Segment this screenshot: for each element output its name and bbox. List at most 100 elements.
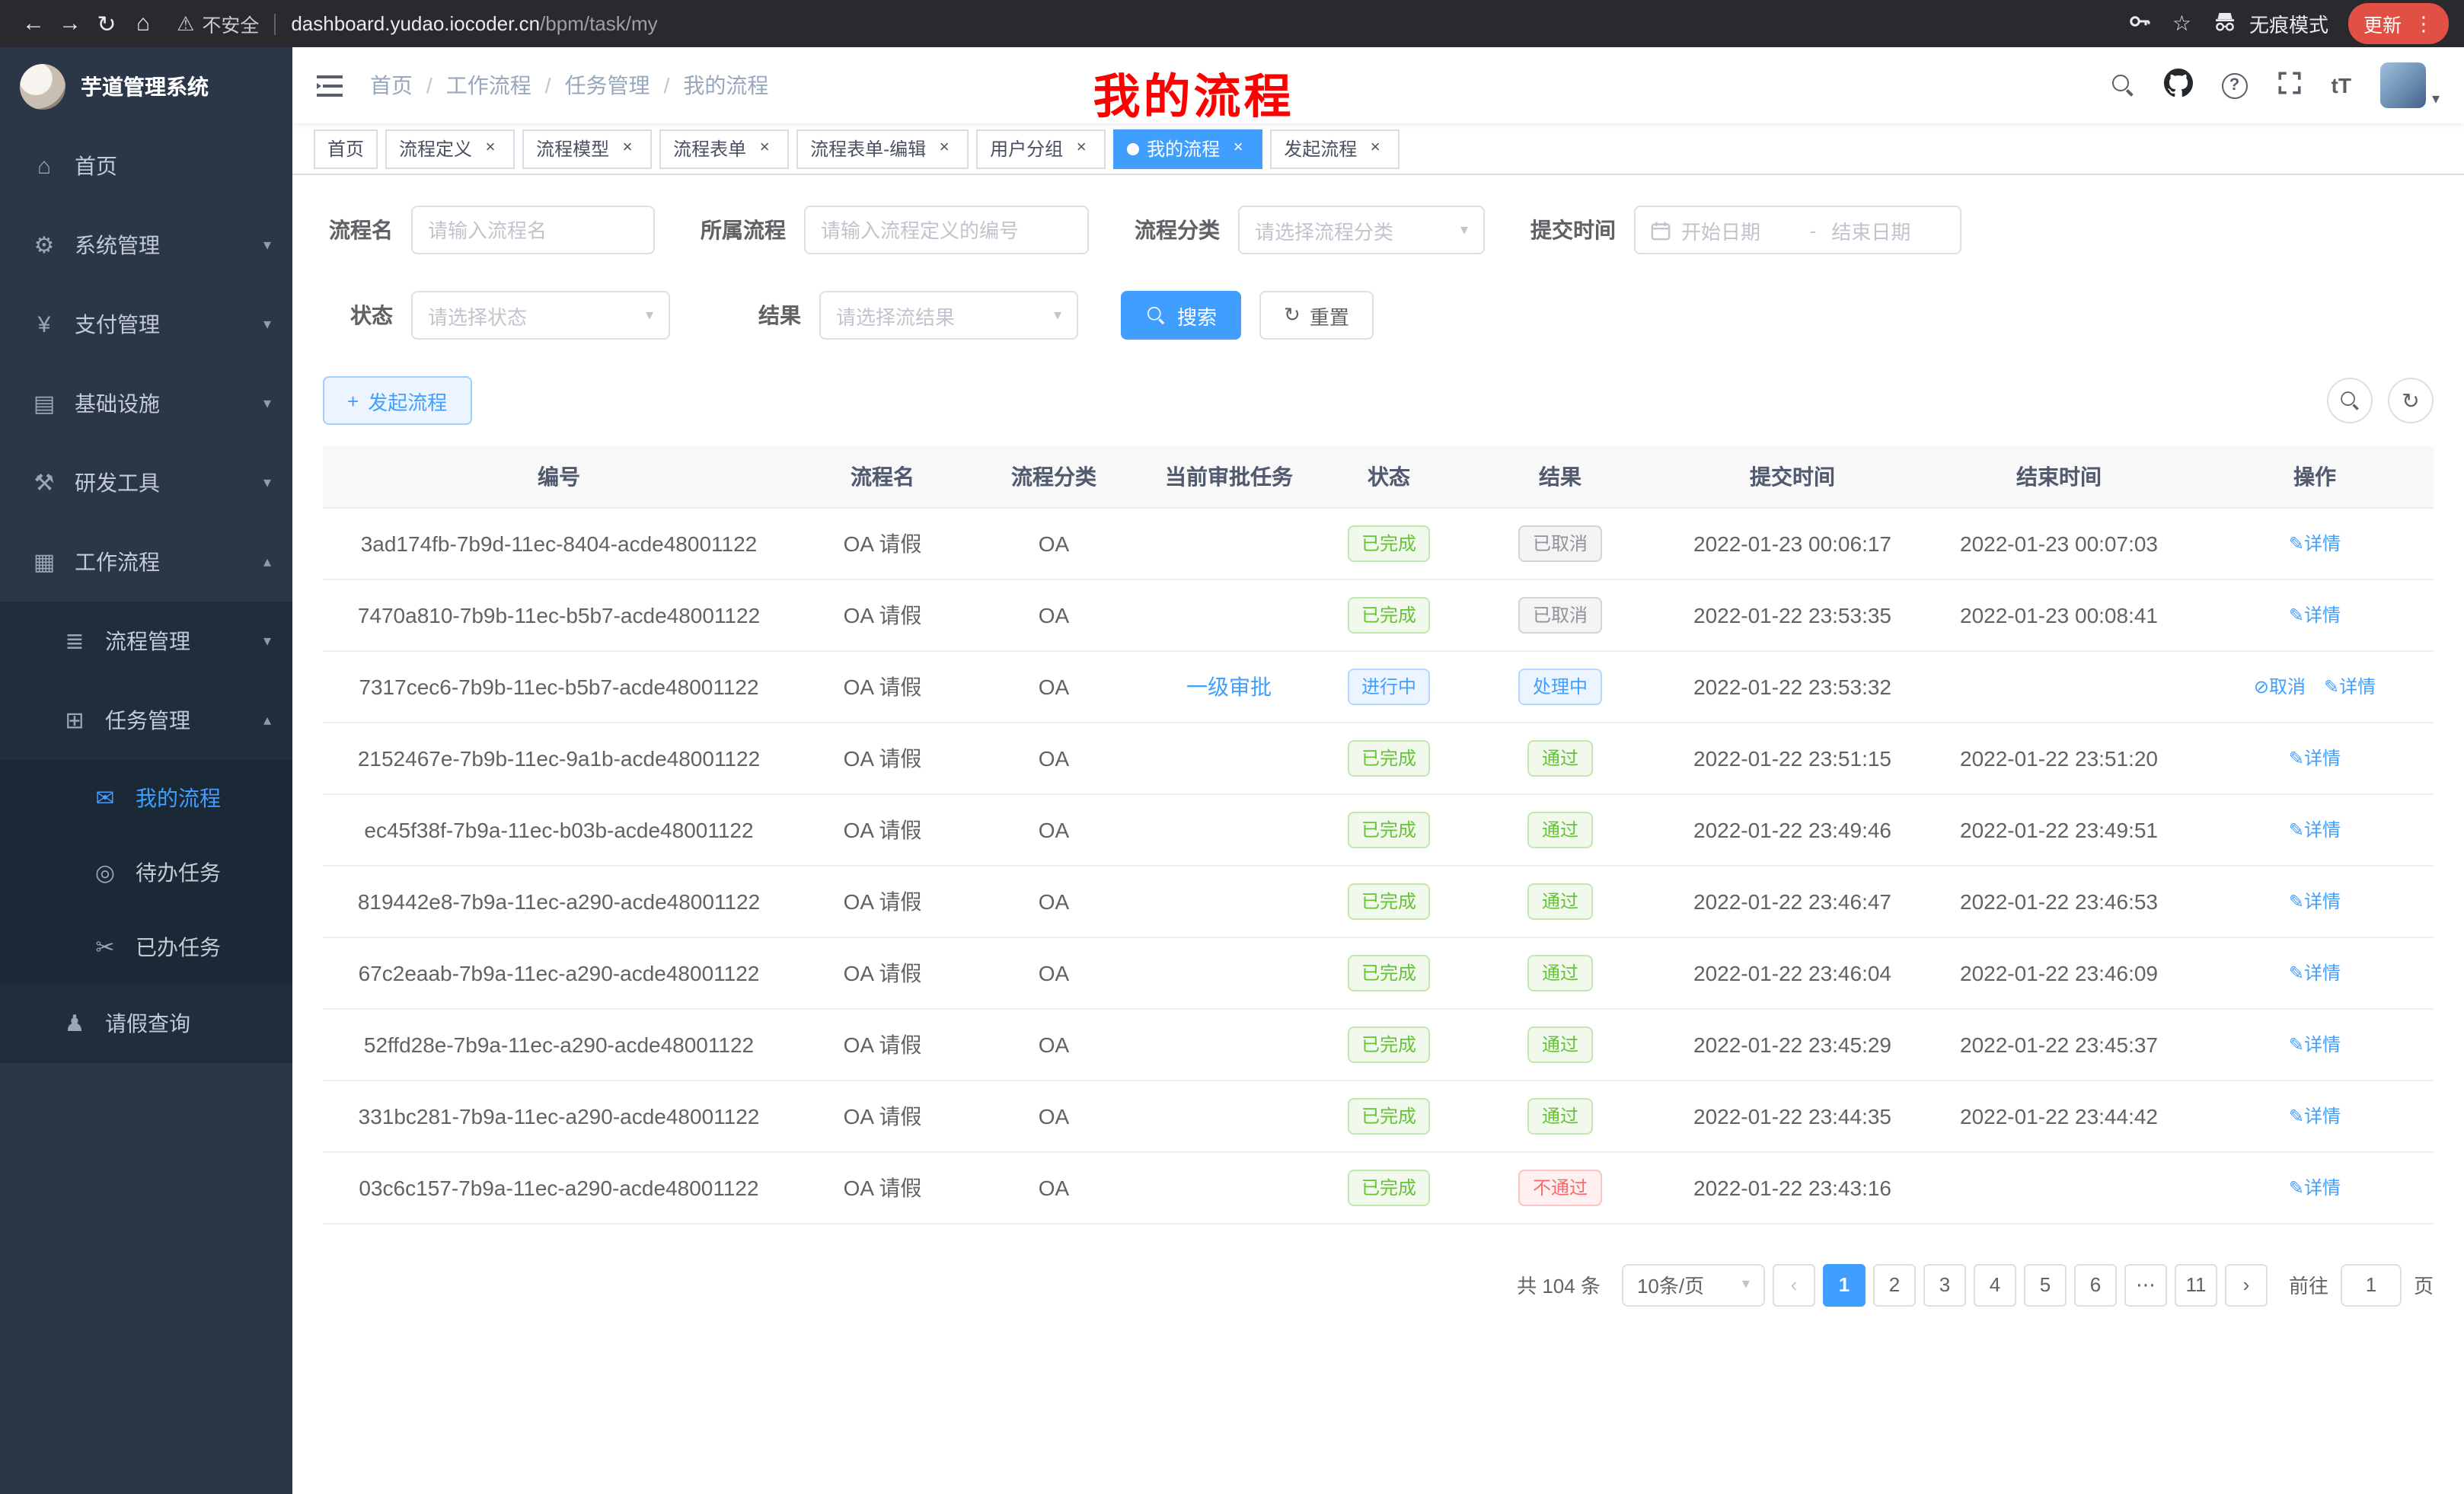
browser-refresh-icon[interactable]: ↻ <box>88 10 125 37</box>
tab-process-form-edit[interactable]: 流程表单-编辑× <box>796 129 969 168</box>
tab-process-form[interactable]: 流程表单× <box>659 129 789 168</box>
help-icon[interactable] <box>2222 72 2248 98</box>
sidebar-item-done-tasks[interactable]: ✂已办任务 <box>0 909 292 984</box>
tab-close-icon[interactable]: × <box>1071 138 1092 159</box>
page-button-5[interactable]: 5 <box>2024 1263 2067 1306</box>
page-button-11[interactable]: 11 <box>2175 1263 2217 1306</box>
cell-process-id: ec45f38f-7b9a-11ec-b03b-acde48001122 <box>323 793 795 865</box>
tab-close-icon[interactable]: × <box>617 138 638 159</box>
user-menu[interactable]: ▾ <box>2380 62 2440 108</box>
refresh-table-button[interactable]: ↻ <box>2388 378 2434 423</box>
sidebar-item-home[interactable]: ⌂首页 <box>0 126 292 206</box>
sidebar-item-workflow[interactable]: ▦工作流程▴ <box>0 522 292 602</box>
detail-action-link[interactable]: ✎详情 <box>2289 533 2341 554</box>
sidebar-item-todo-tasks[interactable]: ◎待办任务 <box>0 835 292 909</box>
detail-action-link[interactable]: ✎详情 <box>2289 748 2341 769</box>
detail-action-link[interactable]: ✎详情 <box>2289 1034 2341 1055</box>
browser-home-icon[interactable]: ⌂ <box>125 11 161 37</box>
tab-close-icon[interactable]: × <box>1364 138 1386 159</box>
page-size-select[interactable]: 10条/页 ▾ <box>1622 1263 1765 1306</box>
breadcrumb-item[interactable]: 工作流程 <box>413 70 531 101</box>
chevron-down-icon: ▾ <box>2432 91 2440 108</box>
reset-button[interactable]: ↻ 重置 <box>1259 291 1374 340</box>
breadcrumb-item[interactable]: 任务管理 <box>531 70 650 101</box>
cell-end-time: 2022-01-22 23:46:53 <box>1922 865 2196 937</box>
cancel-action-link[interactable]: ⊘取消 <box>2254 676 2306 698</box>
scissors-icon: ✂ <box>91 933 119 960</box>
toggle-search-button[interactable] <box>2327 378 2373 423</box>
cell-status: 已完成 <box>1320 507 1457 579</box>
sidebar-toggle-icon[interactable] <box>317 74 343 97</box>
process-definition-input[interactable] <box>804 206 1089 254</box>
tab-start-process[interactable]: 发起流程× <box>1270 129 1400 168</box>
page-button-4[interactable]: 4 <box>1974 1263 2016 1306</box>
status-select[interactable]: 请选择状态 ▾ <box>411 291 670 340</box>
category-select[interactable]: 请选择流程分类 ▾ <box>1238 206 1485 254</box>
detail-action-link[interactable]: ✎详情 <box>2289 605 2341 626</box>
github-icon[interactable] <box>2164 69 2193 102</box>
sidebar-item-system-management[interactable]: ⚙系统管理▾ <box>0 206 292 285</box>
page-button-3[interactable]: 3 <box>1923 1263 1966 1306</box>
tab-close-icon[interactable]: × <box>754 138 775 159</box>
fullscreen-icon[interactable] <box>2277 70 2303 101</box>
cell-result: 通过 <box>1457 722 1663 793</box>
sidebar-item-task-management[interactable]: ⊞任务管理▴ <box>0 681 292 760</box>
font-size-icon[interactable]: tT <box>2332 73 2351 97</box>
result-tag: 已取消 <box>1519 596 1601 633</box>
tab-process-model[interactable]: 流程模型× <box>522 129 652 168</box>
tab-my-process[interactable]: 我的流程× <box>1113 129 1262 168</box>
tab-close-icon[interactable]: × <box>1227 138 1249 159</box>
submit-time-range-picker[interactable]: 开始日期 - 结束日期 <box>1634 206 1961 254</box>
sidebar-item-leave-query[interactable]: ♟请假查询 <box>0 984 292 1063</box>
current-task-link[interactable]: 一级审批 <box>1186 674 1272 698</box>
browser-forward-icon[interactable]: → <box>52 11 88 37</box>
cell-end-time: 2022-01-22 23:49:51 <box>1922 793 2196 865</box>
browser-update-button[interactable]: 更新 ⋮ <box>2348 3 2449 44</box>
detail-action-link[interactable]: ✎详情 <box>2289 962 2341 984</box>
search-icon <box>1147 306 1166 324</box>
search-button[interactable]: 搜索 <box>1121 291 1241 340</box>
address-bar[interactable]: dashboard.yudao.iocoder.cn/bpm/task/my <box>291 12 657 35</box>
sidebar-item-process-management[interactable]: ≣流程管理▾ <box>0 602 292 681</box>
start-process-button[interactable]: + 发起流程 <box>323 376 471 425</box>
breadcrumb-item[interactable]: 首页 <box>370 70 413 101</box>
cell-result: 不通过 <box>1457 1151 1663 1223</box>
sidebar-item-my-process[interactable]: ✉我的流程 <box>0 760 292 835</box>
detail-action-link[interactable]: ✎详情 <box>2324 676 2376 698</box>
app-logo-row[interactable]: 芋道管理系统 <box>0 47 292 126</box>
more-pages-button[interactable]: ⋯ <box>2124 1263 2167 1306</box>
site-security[interactable]: ⚠ 不安全 <box>177 9 259 38</box>
password-key-icon[interactable] <box>2128 9 2153 38</box>
sidebar-item-infrastructure[interactable]: ▤基础设施▾ <box>0 364 292 443</box>
tab-close-icon[interactable]: × <box>934 138 955 159</box>
detail-action-link[interactable]: ✎详情 <box>2289 819 2341 841</box>
goto-suffix: 页 <box>2414 1270 2434 1299</box>
tab-home[interactable]: 首页 <box>314 129 378 168</box>
result-select[interactable]: 请选择流结果 ▾ <box>819 291 1078 340</box>
cell-result: 通过 <box>1457 793 1663 865</box>
browser-menu-icon[interactable]: ⋮ <box>2414 11 2434 36</box>
sidebar-item-payment-management[interactable]: ¥支付管理▾ <box>0 285 292 364</box>
detail-action-link[interactable]: ✎详情 <box>2289 1106 2341 1127</box>
goto-page-input[interactable] <box>2341 1263 2402 1306</box>
prev-page-button[interactable]: ‹ <box>1773 1263 1815 1306</box>
detail-action-link[interactable]: ✎详情 <box>2289 891 2341 912</box>
process-name-input[interactable] <box>411 206 655 254</box>
page-button-6[interactable]: 6 <box>2074 1263 2117 1306</box>
page-button-2[interactable]: 2 <box>1873 1263 1916 1306</box>
header-search-icon[interactable] <box>2112 74 2135 97</box>
table-row: 7470a810-7b9b-11ec-b5b7-acde48001122OA 请… <box>323 579 2434 650</box>
detail-action-link[interactable]: ✎详情 <box>2289 1177 2341 1199</box>
page-button-1[interactable]: 1 <box>1823 1263 1866 1306</box>
tab-close-icon[interactable]: × <box>480 138 501 159</box>
status-tag: 已完成 <box>1348 811 1430 848</box>
bookmark-star-icon[interactable]: ☆ <box>2172 11 2191 37</box>
next-page-button[interactable]: › <box>2225 1263 2268 1306</box>
filter-form-row-1: 流程名 所属流程 流程分类 请选择流程分类 <box>323 206 2434 254</box>
table-row: 3ad174fb-7b9d-11ec-8404-acde48001122OA 请… <box>323 507 2434 579</box>
sidebar-item-dev-tools[interactable]: ⚒研发工具▾ <box>0 443 292 522</box>
tab-user-group[interactable]: 用户分组× <box>976 129 1106 168</box>
tab-process-definition[interactable]: 流程定义× <box>385 129 515 168</box>
status-tag: 已完成 <box>1348 954 1430 991</box>
browser-back-icon[interactable]: ← <box>15 11 52 37</box>
